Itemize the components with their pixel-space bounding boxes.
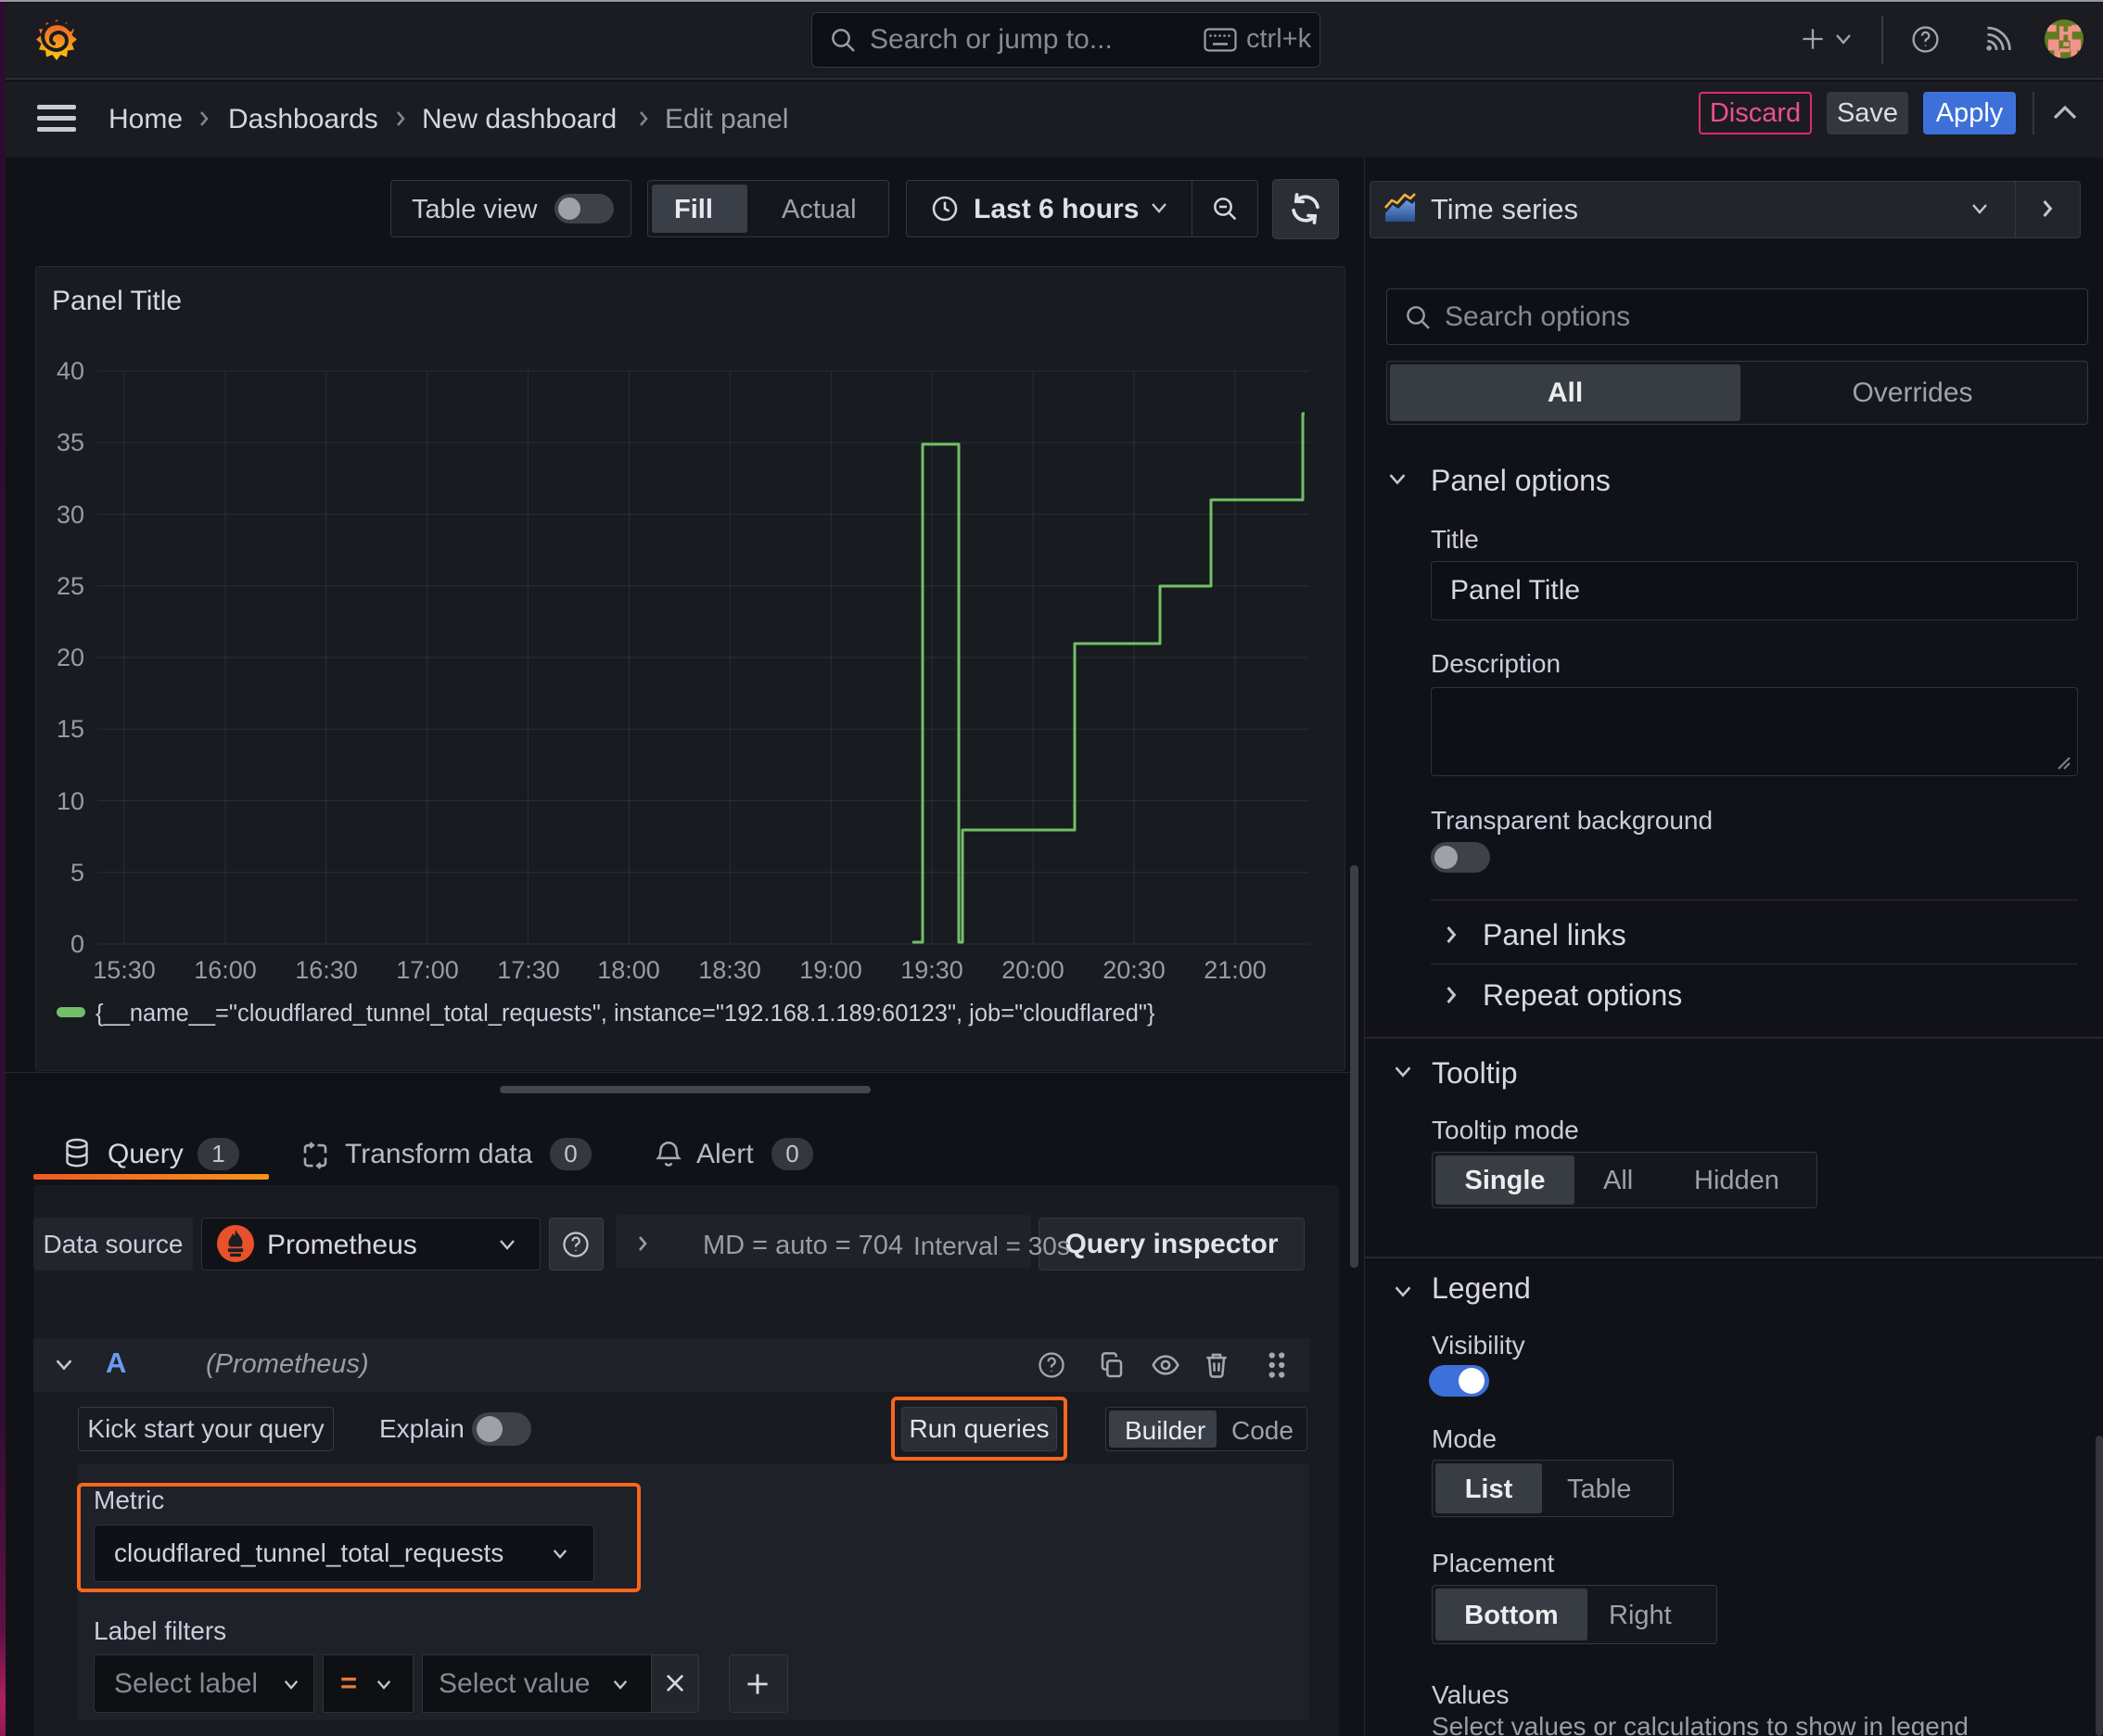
svg-text:17:30: 17:30 — [497, 956, 560, 984]
svg-text:21:00: 21:00 — [1204, 956, 1267, 984]
svg-text:30: 30 — [57, 501, 84, 529]
svg-text:20: 20 — [57, 644, 84, 671]
svg-text:35: 35 — [57, 428, 84, 456]
svg-text:0: 0 — [70, 930, 84, 958]
svg-text:18:00: 18:00 — [597, 956, 660, 984]
svg-text:15:30: 15:30 — [93, 956, 156, 984]
svg-text:19:00: 19:00 — [799, 956, 862, 984]
svg-text:18:30: 18:30 — [698, 956, 761, 984]
svg-text:5: 5 — [70, 859, 84, 887]
svg-text:16:00: 16:00 — [194, 956, 257, 984]
svg-text:25: 25 — [57, 572, 84, 600]
svg-text:20:30: 20:30 — [1102, 956, 1166, 984]
svg-text:10: 10 — [57, 787, 84, 815]
svg-text:15: 15 — [57, 715, 84, 743]
svg-text:{__name__="cloudflared_tunnel_: {__name__="cloudflared_tunnel_total_requ… — [96, 1001, 1155, 1027]
svg-text:17:00: 17:00 — [396, 956, 459, 984]
svg-text:40: 40 — [57, 357, 84, 385]
svg-text:19:30: 19:30 — [900, 956, 963, 984]
svg-text:16:30: 16:30 — [295, 956, 358, 984]
svg-text:20:00: 20:00 — [1001, 956, 1064, 984]
